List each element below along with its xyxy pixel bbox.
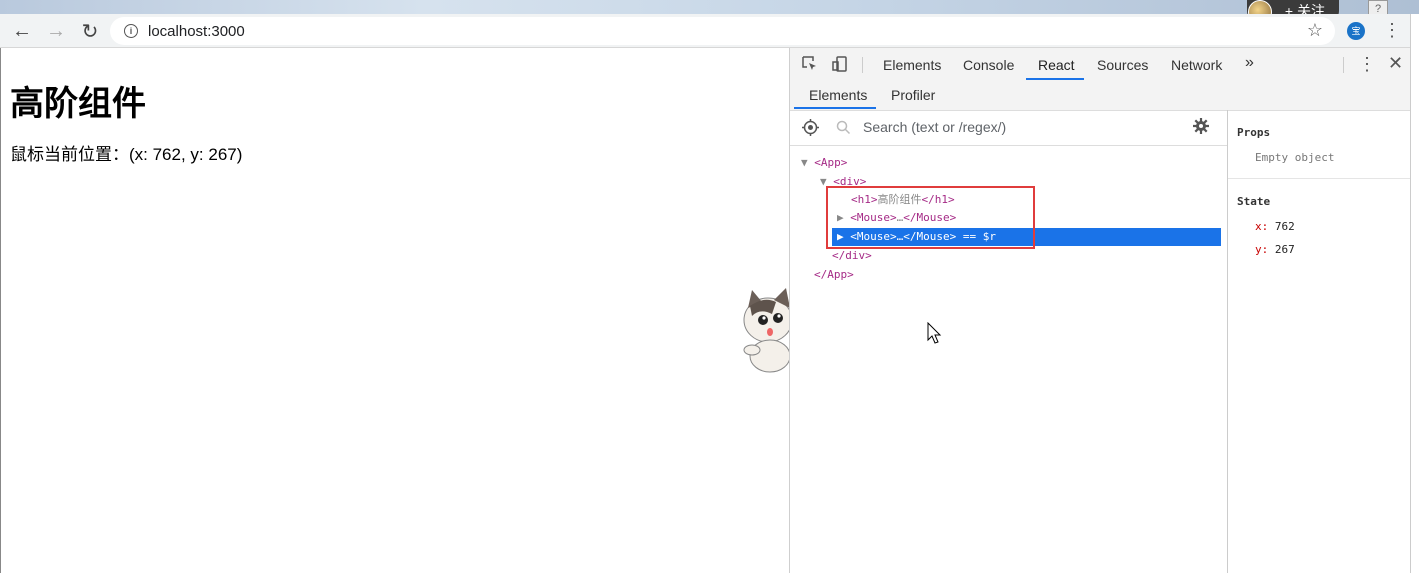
subtab-profiler[interactable]: Profiler — [891, 87, 935, 103]
device-toolbar-icon[interactable] — [832, 56, 848, 77]
close-icon[interactable]: ✕ — [1388, 53, 1403, 74]
inspector-panel: Props Empty object State x: 762 y: 267 — [1227, 110, 1412, 573]
divider — [862, 57, 863, 73]
search-input[interactable]: Search (text or /regex/) — [863, 119, 1006, 135]
mouse-position-text: 鼠标当前位置：(x: 762, y: 267) — [10, 145, 243, 164]
props-header: Props — [1237, 126, 1271, 139]
state-entry-y[interactable]: y: 267 — [1255, 243, 1295, 256]
info-icon[interactable]: i — [124, 24, 138, 38]
subtab-elements[interactable]: Elements — [809, 87, 867, 103]
props-empty: Empty object — [1255, 151, 1335, 164]
mouse-cursor-icon — [927, 322, 942, 344]
settings-gear-icon[interactable] — [1193, 118, 1209, 139]
address-bar[interactable]: i localhost:3000 ☆ — [110, 17, 1335, 45]
devtools-panel: Elements Console React Sources Network »… — [789, 48, 1412, 573]
state-entry-x[interactable]: x: 762 — [1255, 220, 1295, 233]
reload-icon[interactable]: ↻ — [78, 19, 102, 43]
url-text[interactable]: localhost:3000 — [148, 23, 245, 40]
browser-toolbar: ← → ↻ i localhost:3000 ☆ 宝 ⋮ — [0, 14, 1419, 48]
back-arrow-icon[interactable]: ← — [10, 19, 34, 43]
tree-node-app-close[interactable]: </App> — [814, 266, 854, 284]
divider — [1228, 178, 1412, 179]
search-icon — [836, 120, 851, 140]
tree-node-app[interactable]: ▼ <App> — [801, 154, 847, 172]
react-subtab-bar: Elements Profiler — [790, 81, 1411, 111]
forward-arrow-icon[interactable]: → — [44, 19, 68, 43]
tab-react[interactable]: React — [1038, 57, 1075, 73]
tab-elements[interactable]: Elements — [883, 57, 941, 73]
window-edge — [1410, 14, 1419, 573]
select-component-icon[interactable] — [802, 119, 819, 141]
window-top-strip — [0, 0, 1419, 14]
cat-sticker-image — [743, 288, 789, 373]
page-viewport: 高阶组件 鼠标当前位置：(x: 762, y: 267) — [0, 48, 789, 573]
profile-avatar[interactable]: 宝 — [1347, 22, 1365, 40]
highlight-annotation-box — [826, 186, 1035, 249]
state-header: State — [1237, 195, 1271, 208]
expand-triangle-icon[interactable]: ▼ — [801, 156, 814, 169]
tab-console[interactable]: Console — [963, 57, 1014, 73]
devtools-tab-bar: Elements Console React Sources Network »… — [790, 48, 1411, 82]
page-title: 高阶组件 — [10, 85, 146, 123]
component-search-bar: Search (text or /regex/) — [790, 110, 1227, 146]
devtools-menu-icon[interactable]: ⋮ — [1358, 54, 1376, 75]
bookmark-star-icon[interactable]: ☆ — [1307, 20, 1323, 41]
browser-menu-icon[interactable]: ⋮ — [1383, 20, 1401, 41]
active-subtab-indicator — [794, 107, 876, 109]
tab-network[interactable]: Network — [1171, 57, 1222, 73]
divider — [1343, 57, 1344, 73]
tab-sources[interactable]: Sources — [1097, 57, 1148, 73]
inspect-element-icon[interactable] — [802, 56, 818, 77]
active-tab-indicator — [1026, 78, 1084, 80]
more-tabs-icon[interactable]: » — [1245, 54, 1254, 72]
tree-node-div-close[interactable]: </div> — [832, 247, 872, 265]
